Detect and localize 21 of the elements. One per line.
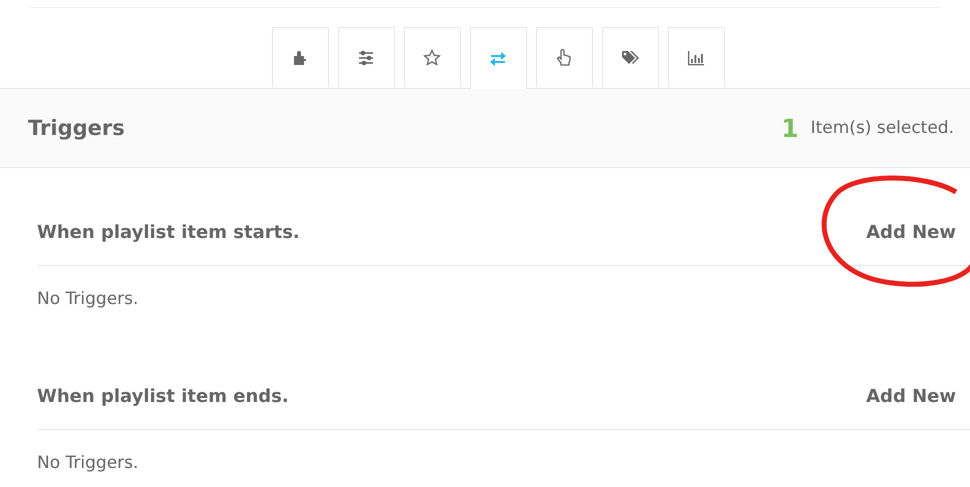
add-new-link[interactable]: Add New xyxy=(866,222,956,243)
sliders-icon xyxy=(357,48,375,66)
bar-chart-icon xyxy=(687,48,705,66)
tab[interactable] xyxy=(470,27,526,89)
swap-arrows-icon xyxy=(489,50,507,68)
tab[interactable] xyxy=(668,27,724,87)
section-title: When playlist item starts. xyxy=(37,222,300,243)
empty-message: No Triggers. xyxy=(37,288,140,311)
selected-count: 1 xyxy=(781,114,799,142)
empty-message: No Triggers. xyxy=(37,452,140,475)
section-title: When playlist item ends. xyxy=(37,386,289,407)
panel-title: Triggers xyxy=(28,116,126,140)
selected-label: Item(s) selected. xyxy=(810,118,954,138)
tags-icon xyxy=(621,48,639,66)
star-icon xyxy=(423,48,441,66)
add-new-link[interactable]: Add New xyxy=(866,386,956,407)
tab[interactable] xyxy=(602,27,658,87)
pointing-hand-icon xyxy=(555,48,573,66)
tab[interactable] xyxy=(338,27,394,87)
tab[interactable] xyxy=(272,27,328,87)
puzzle-icon xyxy=(291,48,309,66)
